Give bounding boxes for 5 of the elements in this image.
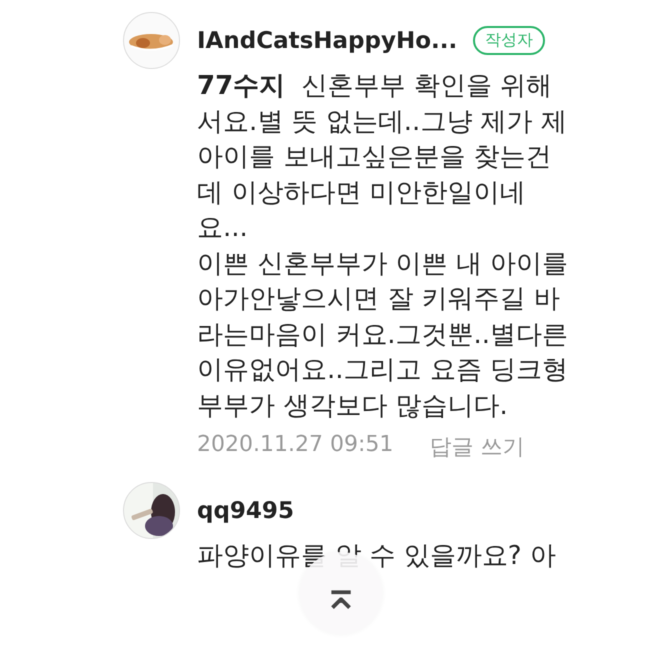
username[interactable]: qq9495 (197, 498, 294, 524)
timestamp: 2020.11.27 09:51 (197, 432, 394, 459)
username[interactable]: IAndCatsHappyHo... (197, 28, 458, 54)
comment-text: 77수지 신혼부부 확인을 위해서요.별 뜻 없는데..그냥 제가 제 아이를 보내고싶은분을 찾는건데 이상하다면 미안한일이네요... 이쁜 신혼부부가 이쁜 내 아이를 아가안낳으시면 잘 키워주길 바라는마음이 커요.그것뿐..별다른 이유없어요..그리고 요즘 딩크형부부가 생각보다 많습니다. (197, 70, 570, 422)
author-badge: 작성자 (473, 26, 546, 55)
